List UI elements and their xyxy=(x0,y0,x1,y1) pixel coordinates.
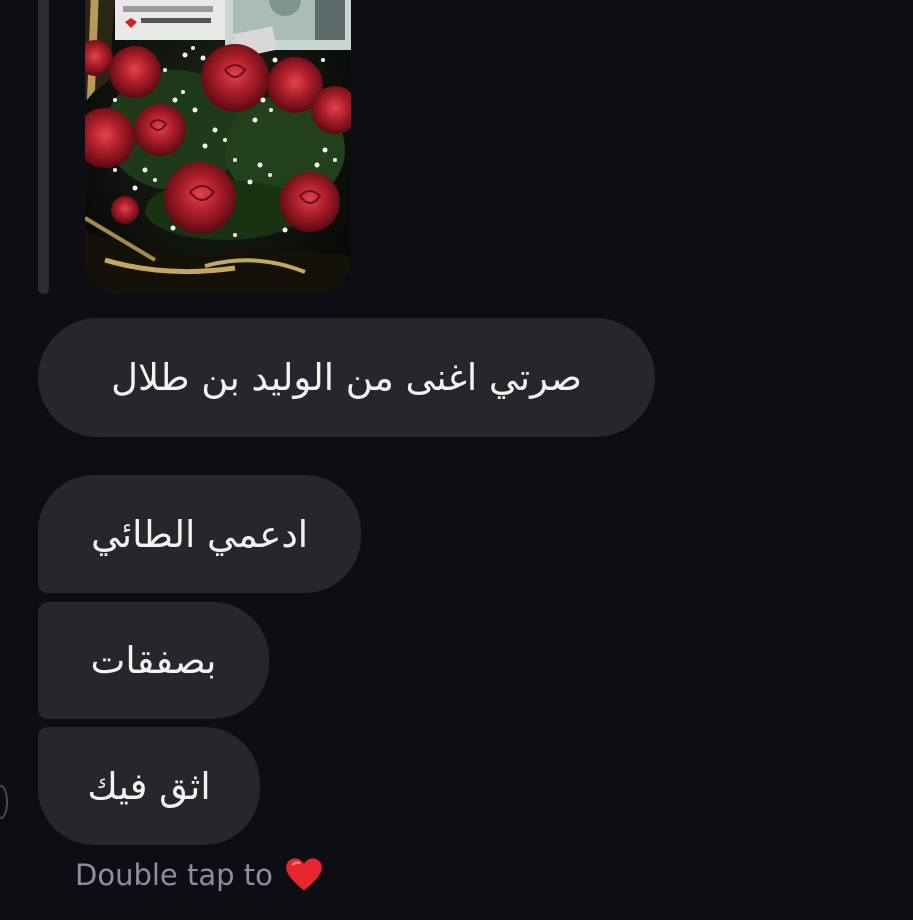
message-text: ادعمي الطائي xyxy=(90,512,309,556)
photo-content xyxy=(85,0,351,294)
double-tap-hint[interactable]: Double tap to xyxy=(75,856,323,894)
shared-photo-roses-bouquet[interactable] xyxy=(85,0,351,294)
message-bubble[interactable]: بصفقات xyxy=(38,602,269,719)
message-bubble[interactable]: اثق فيك xyxy=(38,727,260,845)
reply-thread-bar xyxy=(38,0,49,294)
message-text: اثق فيك xyxy=(87,764,211,808)
message-text: بصفقات xyxy=(90,639,217,682)
sender-avatar-edge xyxy=(0,785,8,819)
message-text: صرتي اغنى من الوليد بن طلال xyxy=(111,356,582,399)
hint-text: Double tap to xyxy=(75,858,273,892)
heart-icon[interactable] xyxy=(285,856,323,894)
message-bubble[interactable]: ادعمي الطائي xyxy=(38,475,361,593)
message-bubble[interactable]: صرتي اغنى من الوليد بن طلال xyxy=(38,318,655,437)
